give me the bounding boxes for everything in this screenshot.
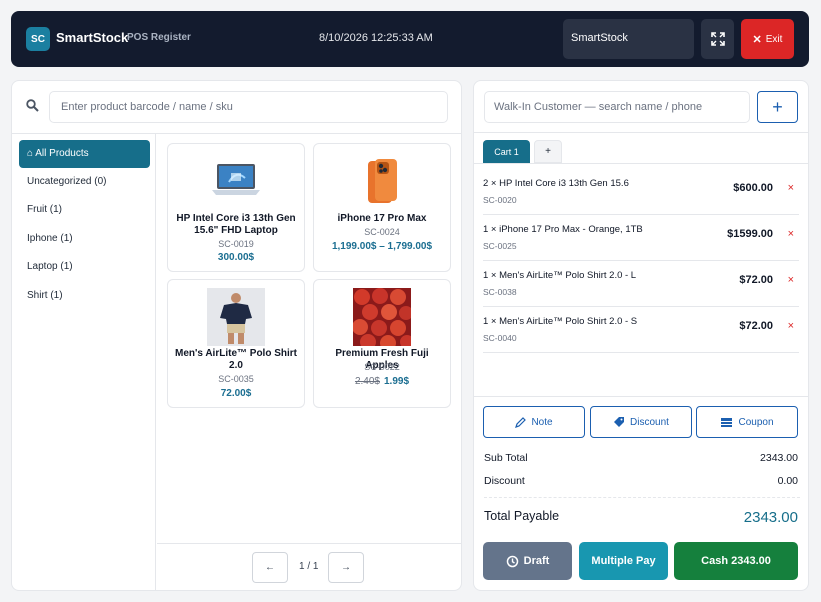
product-old-price: 2.40$: [354, 376, 380, 387]
phone-image: [368, 159, 397, 203]
product-name: Men's AirLite™ Polo Shirt 2.0: [174, 348, 298, 371]
total-payable-value: 2343.00: [743, 509, 798, 526]
discount-summary-value: 0.00: [777, 475, 798, 487]
cart-item-price: $72.00: [739, 320, 773, 332]
coupon-icon: [721, 418, 733, 427]
product-card[interactable]: Premium Fresh Fuji Apples SC-0022 2.40$ 1…: [313, 279, 451, 408]
subtotal-value: 2343.00: [760, 452, 798, 464]
cash-pay-button[interactable]: Cash 2343.00: [674, 542, 798, 580]
pencil-icon: [515, 416, 527, 428]
product-search-input[interactable]: [49, 91, 448, 123]
customer-search-input[interactable]: [484, 91, 750, 123]
top-bar: SC SmartStock POS Register 8/10/2026 12:…: [11, 11, 809, 67]
cart-item-sku: SC-0020: [483, 195, 517, 205]
divider: [474, 132, 808, 133]
remove-item-button[interactable]: ×: [788, 228, 794, 240]
cart-panel: + Cart 1 + 2 × HP Intel Core i3 13th Gen…: [473, 80, 809, 591]
fullscreen-icon: [710, 32, 725, 46]
remove-item-button[interactable]: ×: [788, 320, 794, 332]
remove-item-button[interactable]: ×: [788, 182, 794, 194]
product-panel: ⌂ All Products Uncategorized (0) Fruit (…: [11, 80, 462, 591]
cart-line-item: 1 × iPhone 17 Pro Max - Orange, 1TB SC-0…: [483, 215, 799, 261]
cart-item-sku: SC-0040: [483, 333, 517, 343]
category-fruit[interactable]: Fruit (1): [19, 196, 150, 224]
cart-item-name: 1 × iPhone 17 Pro Max - Orange, 1TB: [483, 224, 643, 235]
cart-item-sku: SC-0038: [483, 287, 517, 297]
exit-label: Exit: [765, 33, 783, 45]
draft-button[interactable]: Draft: [483, 542, 572, 580]
prev-page-button[interactable]: ←: [252, 552, 288, 583]
product-sku: SC-0019: [218, 239, 254, 249]
category-list: ⌂ All Products Uncategorized (0) Fruit (…: [12, 134, 156, 590]
tag-icon: [614, 417, 625, 427]
total-payable-label: Total Payable: [484, 509, 560, 523]
page-indicator: 1 / 1: [299, 561, 319, 572]
cart-line-item: 1 × Men's AirLite™ Polo Shirt 2.0 - S SC…: [483, 307, 799, 353]
brand-name: SmartStock: [56, 30, 129, 45]
cart-item-name: 1 × Men's AirLite™ Polo Shirt 2.0 - L: [483, 270, 637, 281]
divider: [157, 543, 461, 544]
history-icon: [506, 555, 518, 567]
divider: [484, 497, 800, 498]
cart-line-item: 1 × Men's AirLite™ Polo Shirt 2.0 - L SC…: [483, 261, 799, 307]
tab-cart-1[interactable]: Cart 1: [483, 140, 530, 163]
close-icon: ✕: [752, 33, 762, 46]
product-price: 300.00$: [217, 252, 255, 263]
note-button[interactable]: Note: [483, 406, 585, 438]
category-shirt[interactable]: Shirt (1): [19, 282, 150, 310]
category-uncategorized[interactable]: Uncategorized (0): [19, 168, 150, 196]
product-card[interactable]: Men's AirLite™ Polo Shirt 2.0 SC-0035 72…: [167, 279, 305, 408]
discount-label: Discount: [630, 416, 669, 428]
product-sku: SC-0022: [364, 362, 400, 372]
category-iphone[interactable]: Iphone (1): [19, 225, 150, 253]
remove-item-button[interactable]: ×: [788, 274, 794, 286]
logo-badge: SC: [26, 27, 50, 51]
product-sku: SC-0035: [218, 374, 254, 384]
cart-item-price: $1599.00: [727, 228, 773, 240]
discount-summary-label: Discount: [484, 475, 525, 487]
multiple-pay-button[interactable]: Multiple Pay: [579, 542, 668, 580]
cart-line-item: 2 × HP Intel Core i3 13th Gen 15.6 SC-00…: [483, 169, 799, 215]
divider: [474, 163, 808, 164]
next-page-button[interactable]: →: [328, 552, 364, 583]
product-sku: SC-0024: [364, 227, 400, 237]
datetime-display: 8/10/2026 12:25:33 AM: [319, 32, 433, 44]
product-price: 2.40$ 1.99$: [314, 376, 450, 387]
subtotal-label: Sub Total: [484, 452, 528, 464]
product-name: iPhone 17 Pro Max: [337, 213, 427, 224]
brand-subtitle: POS Register: [127, 32, 191, 43]
store-select[interactable]: SmartStock: [563, 19, 694, 59]
cart-item-price: $600.00: [733, 182, 773, 194]
add-cart-tab-button[interactable]: +: [534, 140, 562, 163]
category-all-products[interactable]: ⌂ All Products: [19, 140, 150, 168]
cart-item-price: $72.00: [739, 274, 773, 286]
cart-item-sku: SC-0025: [483, 241, 517, 251]
apples-image: [353, 288, 411, 346]
note-label: Note: [531, 416, 553, 428]
add-customer-button[interactable]: +: [757, 91, 798, 123]
product-card[interactable]: iPhone 17 Pro Max SC-0024 1,199.00$ – 1,…: [313, 143, 451, 272]
product-sale-price: 1.99$: [384, 376, 410, 387]
product-price: 72.00$: [220, 388, 252, 399]
exit-button[interactable]: ✕ Exit: [741, 19, 794, 59]
fullscreen-button[interactable]: [701, 19, 734, 59]
discount-button[interactable]: Discount: [590, 406, 692, 438]
cart-item-name: 2 × HP Intel Core i3 13th Gen 15.6: [483, 178, 629, 189]
draft-label: Draft: [523, 555, 550, 567]
product-price: 1,199.00$ – 1,799.00$: [331, 241, 433, 252]
product-name: HP Intel Core i3 13th Gen 15.6" FHD Lapt…: [176, 213, 296, 236]
laptop-image: [212, 164, 260, 195]
category-laptop[interactable]: Laptop (1): [19, 253, 150, 281]
cart-item-name: 1 × Men's AirLite™ Polo Shirt 2.0 - S: [483, 316, 638, 327]
coupon-button[interactable]: Coupon: [696, 406, 798, 438]
product-card[interactable]: HP Intel Core i3 13th Gen 15.6" FHD Lapt…: [167, 143, 305, 272]
divider: [474, 396, 808, 397]
coupon-label: Coupon: [738, 416, 774, 428]
search-icon: [26, 99, 39, 112]
shirt-image: [207, 288, 265, 346]
